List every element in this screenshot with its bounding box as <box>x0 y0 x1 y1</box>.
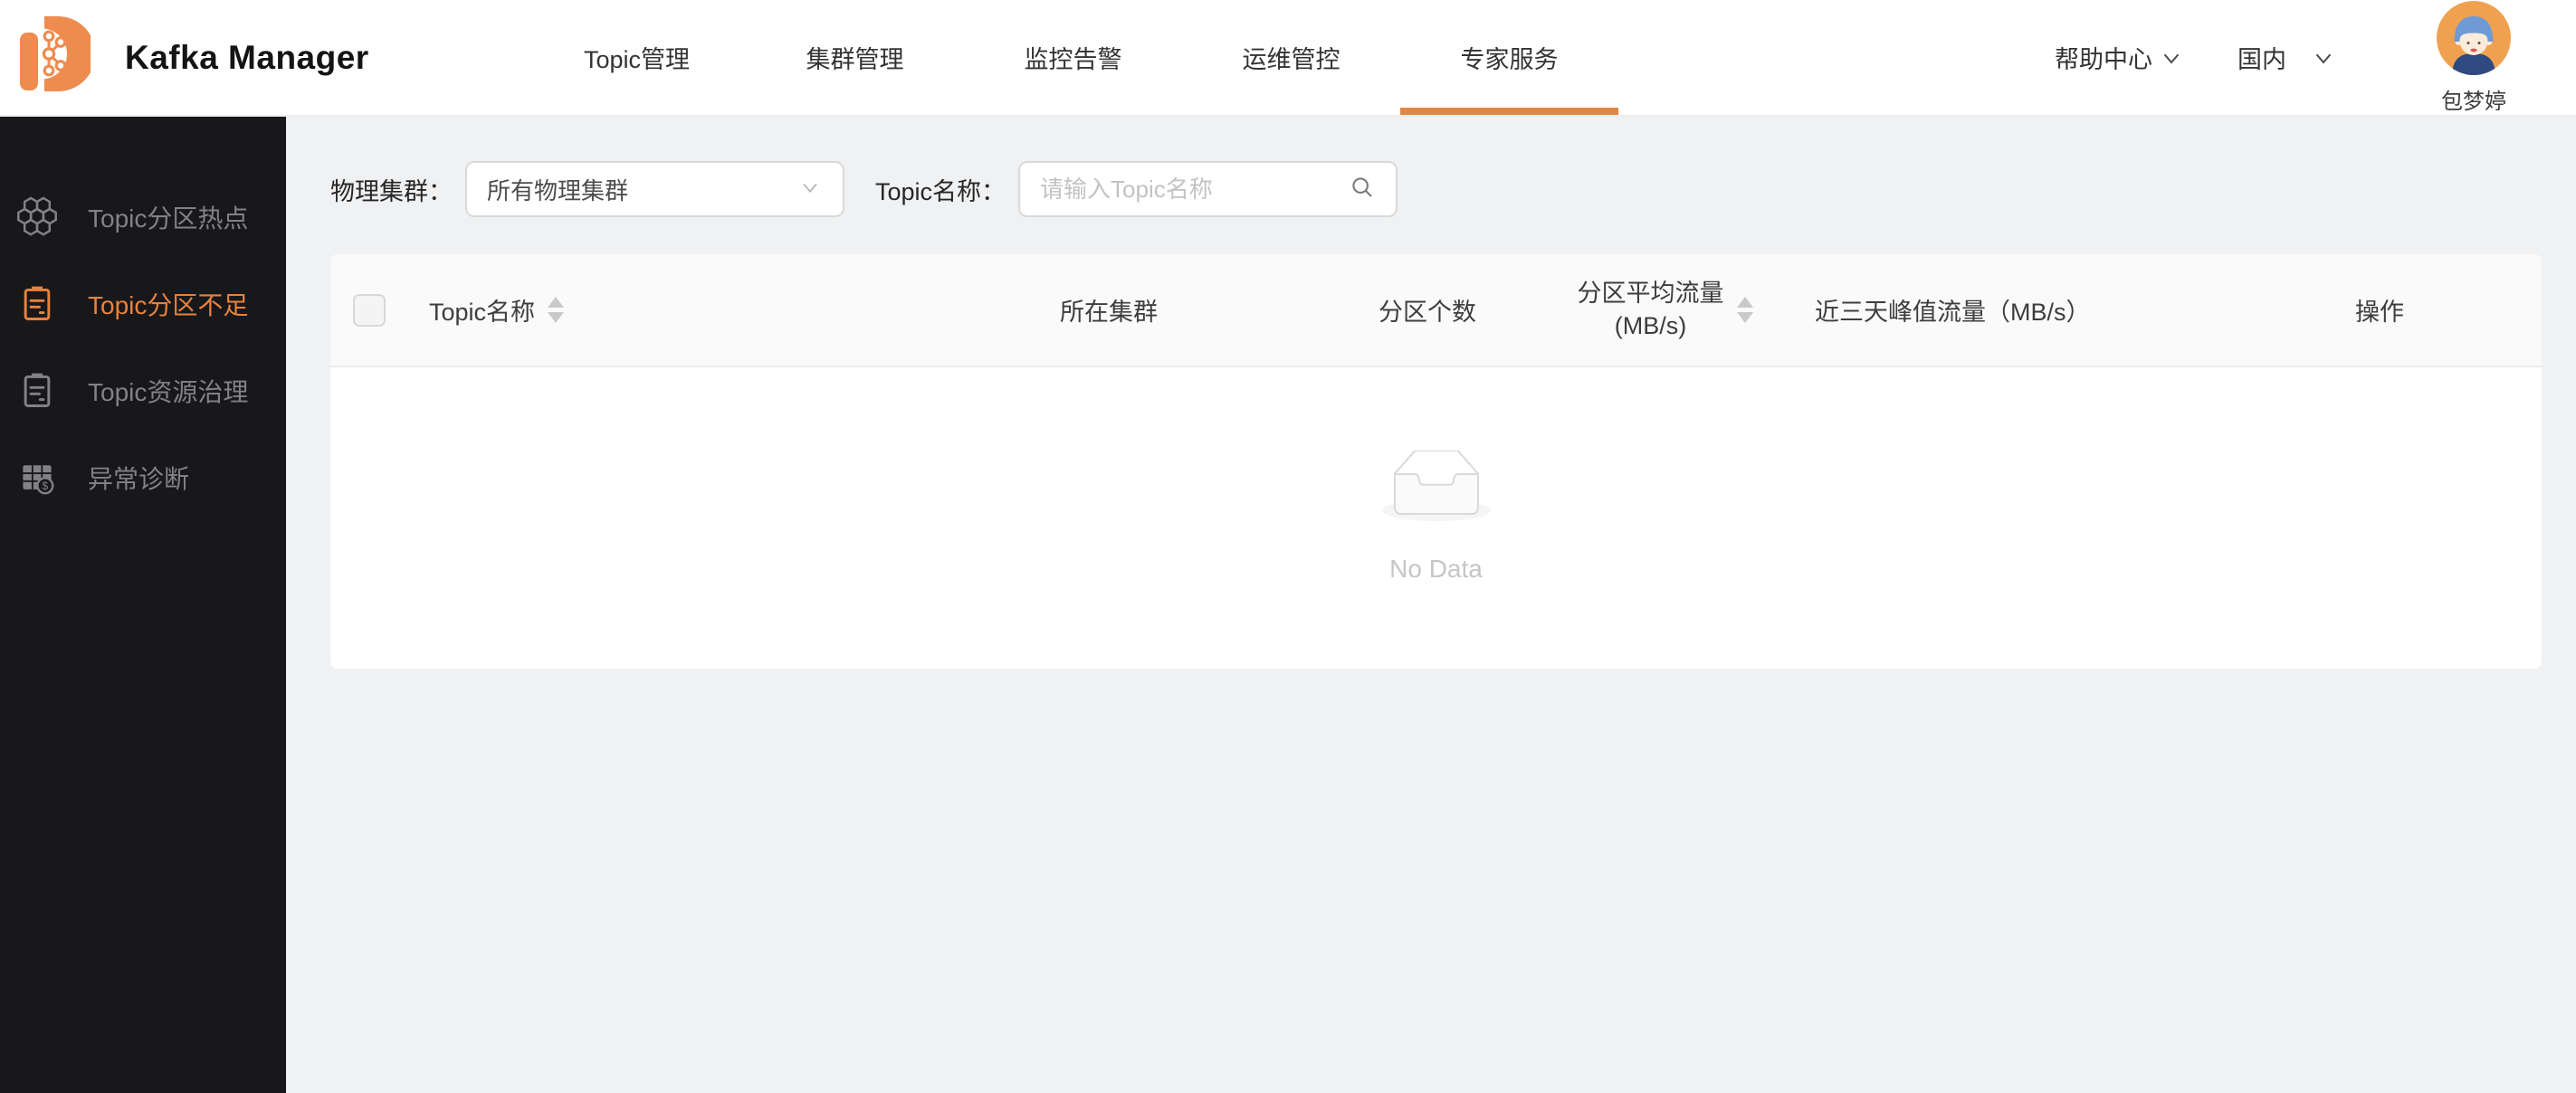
user-name: 包梦婷 <box>2441 83 2506 115</box>
column-label: 分区平均流量 (MB/s) <box>1578 278 1724 341</box>
column-header-partition-count: 分区个数 <box>1312 254 1542 366</box>
physical-cluster-select-value: 所有物理集群 <box>487 173 797 206</box>
table-empty-state: No Data <box>330 367 2542 667</box>
topic-name-search <box>1018 161 1398 217</box>
table-header-row: Topic名称 所在集群 分区个数 分区平均流量 (MB/s) <box>330 254 2542 367</box>
physical-cluster-label: 物理集群： <box>330 172 453 207</box>
column-header-topic-name[interactable]: Topic名称 <box>408 254 905 366</box>
main-content: 物理集群： 所有物理集群 Topic名称： <box>286 117 2576 1093</box>
app-title: Kafka Manager <box>125 39 369 77</box>
nav-item-topic-manage[interactable]: Topic管理 <box>528 0 746 115</box>
sidebar: Topic分区热点 Topic分区不足 Topic资源治理 <box>0 117 286 1093</box>
svg-text:$: $ <box>42 480 48 492</box>
column-label: Topic名称 <box>429 292 535 328</box>
nav-item-expert-service[interactable]: 专家服务 <box>1400 0 1618 115</box>
column-header-actions: 操作 <box>2218 254 2542 366</box>
sort-icon[interactable] <box>548 297 564 323</box>
user-menu[interactable]: 包梦婷 <box>2417 1 2531 115</box>
column-header-cluster: 所在集群 <box>905 254 1312 366</box>
chevron-down-icon <box>797 175 823 204</box>
sidebar-item-topic-partition-hotspot[interactable]: Topic分区热点 <box>0 174 286 261</box>
sidebar-item-label: Topic分区不足 <box>88 286 248 322</box>
empty-text: No Data <box>1389 555 1483 584</box>
topic-name-label: Topic名称： <box>875 172 1006 207</box>
filter-bar: 物理集群： 所有物理集群 Topic名称： <box>330 161 2542 217</box>
sidebar-item-label: Topic分区热点 <box>88 199 248 235</box>
brand: Kafka Manager <box>18 0 369 115</box>
chevron-down-icon <box>2310 44 2337 71</box>
main-nav: Topic管理 集群管理 监控告警 运维管控 专家服务 <box>528 0 1618 115</box>
column-label: 分区个数 <box>1379 292 1476 328</box>
sort-icon[interactable] <box>1737 297 1753 323</box>
column-label: 所在集群 <box>1060 292 1158 328</box>
sidebar-item-label: Topic资源治理 <box>88 373 248 409</box>
billing-grid-icon: $ <box>16 457 58 499</box>
chevron-down-icon <box>2158 44 2185 71</box>
column-header-peak-traffic: 近三天峰值流量（MB/s） <box>1788 254 2218 366</box>
column-label: 近三天峰值流量（MB/s） <box>1815 292 2091 328</box>
region-dropdown[interactable]: 国内 <box>2237 40 2337 75</box>
select-all-checkbox[interactable] <box>353 294 386 327</box>
clipboard-list-icon <box>16 283 58 325</box>
topic-table-card: Topic名称 所在集群 分区个数 分区平均流量 (MB/s) <box>330 254 2542 669</box>
sidebar-item-topic-resource-governance[interactable]: Topic资源治理 <box>0 347 286 434</box>
nav-item-monitor-alert[interactable]: 监控告警 <box>964 0 1182 115</box>
help-center-dropdown[interactable]: 帮助中心 <box>2055 40 2185 75</box>
kafka-manager-logo-icon <box>18 15 91 100</box>
sidebar-item-topic-partition-insufficient[interactable]: Topic分区不足 <box>0 261 286 347</box>
nav-item-cluster-manage[interactable]: 集群管理 <box>746 0 964 115</box>
avatar <box>2437 1 2511 80</box>
column-label: 操作 <box>2355 292 2404 328</box>
nav-item-ops-control[interactable]: 运维管控 <box>1182 0 1400 115</box>
region-label: 国内 <box>2237 40 2286 75</box>
top-bar: Kafka Manager Topic管理 集群管理 监控告警 运维管控 专家服… <box>0 0 2576 117</box>
search-icon[interactable] <box>1349 174 1376 205</box>
sidebar-item-anomaly-diagnosis[interactable]: $ 异常诊断 <box>0 434 286 521</box>
column-header-avg-traffic[interactable]: 分区平均流量 (MB/s) <box>1542 254 1788 366</box>
sidebar-item-label: 异常诊断 <box>88 460 189 496</box>
hexagon-cluster-icon <box>16 196 58 238</box>
topic-name-input[interactable] <box>1040 176 1349 204</box>
help-center-label: 帮助中心 <box>2055 40 2152 75</box>
physical-cluster-select[interactable]: 所有物理集群 <box>465 161 844 217</box>
top-bar-right: 帮助中心 国内 <box>2055 0 2576 115</box>
empty-box-icon <box>1379 451 1494 529</box>
table-header-checkbox-cell <box>330 254 408 366</box>
clipboard-list-icon <box>16 370 58 412</box>
